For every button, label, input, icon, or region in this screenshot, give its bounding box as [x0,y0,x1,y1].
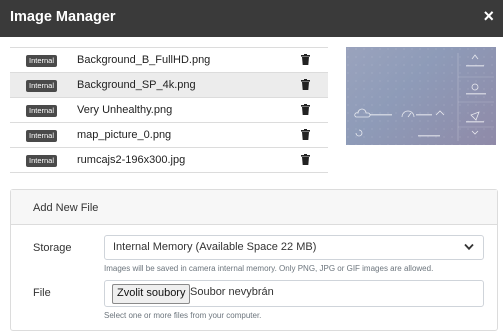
file-list: Internal Background_B_FullHD.png Interna… [10,47,328,173]
file-row[interactable]: Internal Very Unhealthy.png [10,97,328,122]
trash-icon[interactable] [301,54,310,65]
close-icon[interactable]: × [483,6,494,26]
file-row[interactable]: Internal map_picture_0.png [10,122,328,147]
file-status-text: Soubor nevybrán [190,286,274,298]
dialog-header: Image Manager × [0,0,503,37]
storage-label: Storage [33,242,72,254]
trash-icon[interactable] [301,104,310,115]
file-name[interactable]: map_picture_0.png [77,129,171,141]
add-file-title: Add New File [33,202,99,214]
dialog-title: Image Manager [10,9,116,25]
storage-help-text: Images will be saved in camera internal … [104,264,434,273]
chevron-down-icon [464,243,474,251]
storage-badge: Internal [26,80,58,92]
file-label: File [33,287,51,299]
preview-background-graphic [346,47,496,145]
storage-badge: Internal [26,155,58,167]
storage-badge: Internal [26,105,58,117]
image-preview [346,47,496,145]
trash-icon[interactable] [301,129,310,140]
file-name[interactable]: Very Unhealthy.png [77,104,172,116]
storage-badge: Internal [26,55,58,67]
storage-badge: Internal [26,130,58,142]
file-name[interactable]: Background_B_FullHD.png [77,54,210,66]
add-file-card: Add New File Storage Internal Memory (Av… [10,189,498,331]
file-name[interactable]: Background_SP_4k.png [77,79,196,91]
file-row-selected[interactable]: Internal Background_SP_4k.png [10,72,328,97]
storage-select[interactable]: Internal Memory (Available Space 22 MB) [104,235,484,260]
trash-icon[interactable] [301,154,310,165]
file-row[interactable]: Internal Background_B_FullHD.png [10,47,328,72]
file-name[interactable]: rumcajs2-196x300.jpg [77,154,185,166]
trash-icon[interactable] [301,79,310,90]
file-row[interactable]: Internal rumcajs2-196x300.jpg [10,147,328,173]
storage-select-value: Internal Memory (Available Space 22 MB) [113,241,317,253]
choose-files-button[interactable]: Zvolit soubory [112,284,191,304]
card-header: Add New File [11,190,497,225]
file-input[interactable]: Zvolit soubory Soubor nevybrán [104,280,484,307]
file-help-text: Select one or more files from your compu… [104,311,262,320]
